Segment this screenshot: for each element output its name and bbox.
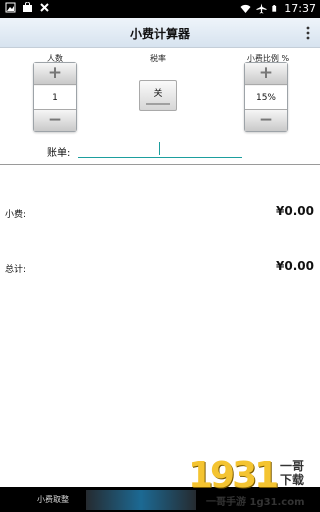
wifi-icon xyxy=(240,4,251,13)
tip-result-value: ¥0.00 xyxy=(276,204,314,218)
close-x-icon xyxy=(40,3,49,12)
tax-toggle-label: 关 xyxy=(153,89,163,99)
people-minus-button[interactable]: − xyxy=(34,109,76,131)
status-time: 17:37 xyxy=(284,2,316,15)
people-plus-button[interactable]: + xyxy=(34,63,76,85)
people-stepper: + 1 − xyxy=(33,62,77,132)
shopping-bag-icon xyxy=(23,2,32,12)
text-cursor xyxy=(159,142,160,155)
app-title: 小费计算器 xyxy=(129,27,190,41)
tax-toggle-button[interactable]: 关 xyxy=(139,80,177,111)
airplane-icon xyxy=(256,3,267,14)
divider xyxy=(0,164,320,165)
gallery-icon xyxy=(5,2,16,13)
bill-label: 账单: xyxy=(47,148,71,159)
battery-icon xyxy=(272,5,277,12)
watermark-url: 一哥手游 1g31.com xyxy=(206,497,305,508)
app-label[interactable]: 小费取整 xyxy=(37,494,69,505)
watermark: 1931 一哥 下载 一哥手游 1g31.com xyxy=(188,455,316,508)
tip-percent-stepper: + 15% − xyxy=(244,62,288,132)
tax-label: 税率 xyxy=(150,54,166,63)
total-result-label: 总计: xyxy=(5,265,27,275)
watermark-side-top: 一哥 xyxy=(280,459,305,473)
toggle-indicator xyxy=(146,103,170,105)
tip-percent-value: 15% xyxy=(245,86,287,110)
watermark-side-bottom: 下载 xyxy=(280,473,305,487)
tip-result-label: 小费: xyxy=(5,210,27,220)
minus-icon: − xyxy=(47,110,63,130)
plus-icon: + xyxy=(258,63,274,83)
status-bar: 17:37 xyxy=(0,0,320,18)
tip-percent-plus-button[interactable]: + xyxy=(245,63,287,85)
action-bar: 小费计算器 xyxy=(0,18,320,48)
total-result-value: ¥0.00 xyxy=(276,259,314,273)
bill-input[interactable] xyxy=(78,141,242,158)
watermark-number: 1931 xyxy=(188,455,279,496)
minus-icon: − xyxy=(258,110,274,130)
people-value: 1 xyxy=(34,86,76,110)
tip-percent-minus-button[interactable]: − xyxy=(245,109,287,131)
nav-blur-region xyxy=(86,490,196,510)
watermark-side: 一哥 下载 xyxy=(280,459,304,487)
plus-icon: + xyxy=(47,63,63,83)
overflow-menu-icon[interactable] xyxy=(304,26,312,40)
